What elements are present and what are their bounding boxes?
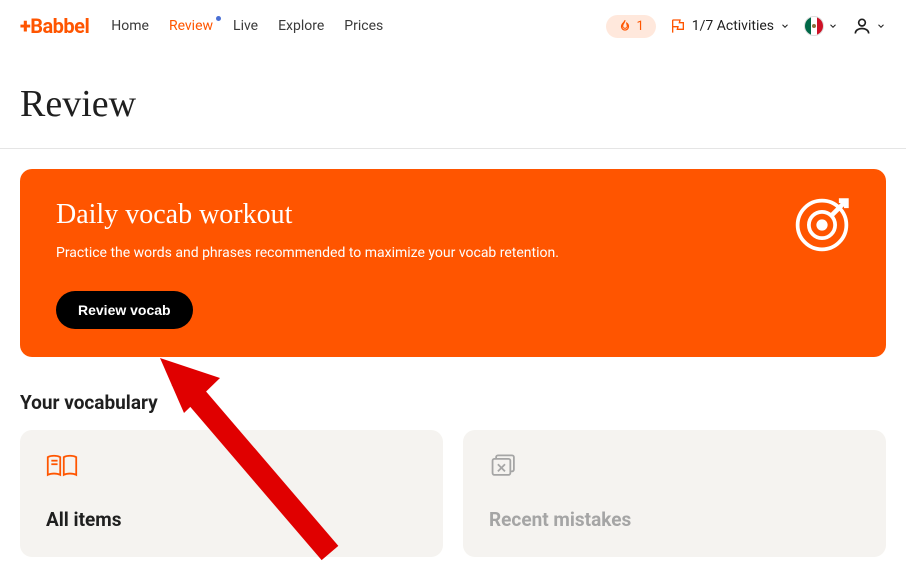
- vocab-cards: All items Recent mistakes: [20, 430, 886, 557]
- chevron-down-icon: [780, 21, 790, 31]
- target-icon: [792, 195, 852, 255]
- workout-title: Daily vocab workout: [56, 199, 850, 231]
- daily-workout-card: Daily vocab workout Practice the words a…: [20, 169, 886, 357]
- nav-explore[interactable]: Explore: [278, 18, 324, 34]
- nav-home[interactable]: Home: [111, 18, 149, 34]
- recent-mistakes-label: Recent mistakes: [489, 508, 860, 531]
- all-items-label: All items: [46, 508, 417, 531]
- vocab-section-title: Your vocabulary: [20, 391, 886, 414]
- header-right: 1 1/7 Activities: [606, 15, 886, 38]
- page-title: Review: [0, 52, 906, 148]
- notification-dot-icon: [216, 16, 221, 21]
- brand-logo[interactable]: +Babbel: [20, 14, 89, 38]
- nav-live[interactable]: Live: [233, 18, 258, 34]
- user-menu[interactable]: [852, 16, 886, 36]
- streak-badge[interactable]: 1: [606, 15, 655, 38]
- main-content: Daily vocab workout Practice the words a…: [0, 149, 906, 557]
- workout-description: Practice the words and phrases recommend…: [56, 245, 850, 261]
- recent-mistakes-card[interactable]: Recent mistakes: [463, 430, 886, 557]
- language-dropdown[interactable]: [804, 16, 838, 36]
- all-items-card[interactable]: All items: [20, 430, 443, 557]
- main-nav: Home Review Live Explore Prices: [111, 18, 383, 34]
- chevron-down-icon: [876, 21, 886, 31]
- activities-dropdown[interactable]: 1/7 Activities: [670, 18, 790, 34]
- flag-icon: [670, 18, 686, 34]
- nav-review[interactable]: Review: [169, 18, 213, 34]
- streak-count: 1: [636, 19, 643, 34]
- header: +Babbel Home Review Live Explore Prices …: [0, 0, 906, 52]
- flame-icon: [618, 19, 632, 33]
- chevron-down-icon: [828, 21, 838, 31]
- mistakes-icon: [489, 452, 521, 480]
- mexico-flag-icon: [804, 16, 824, 36]
- nav-prices[interactable]: Prices: [344, 18, 383, 34]
- book-icon: [46, 452, 78, 480]
- review-vocab-button[interactable]: Review vocab: [56, 291, 193, 329]
- user-icon: [852, 16, 872, 36]
- activities-label: 1/7 Activities: [692, 18, 774, 34]
